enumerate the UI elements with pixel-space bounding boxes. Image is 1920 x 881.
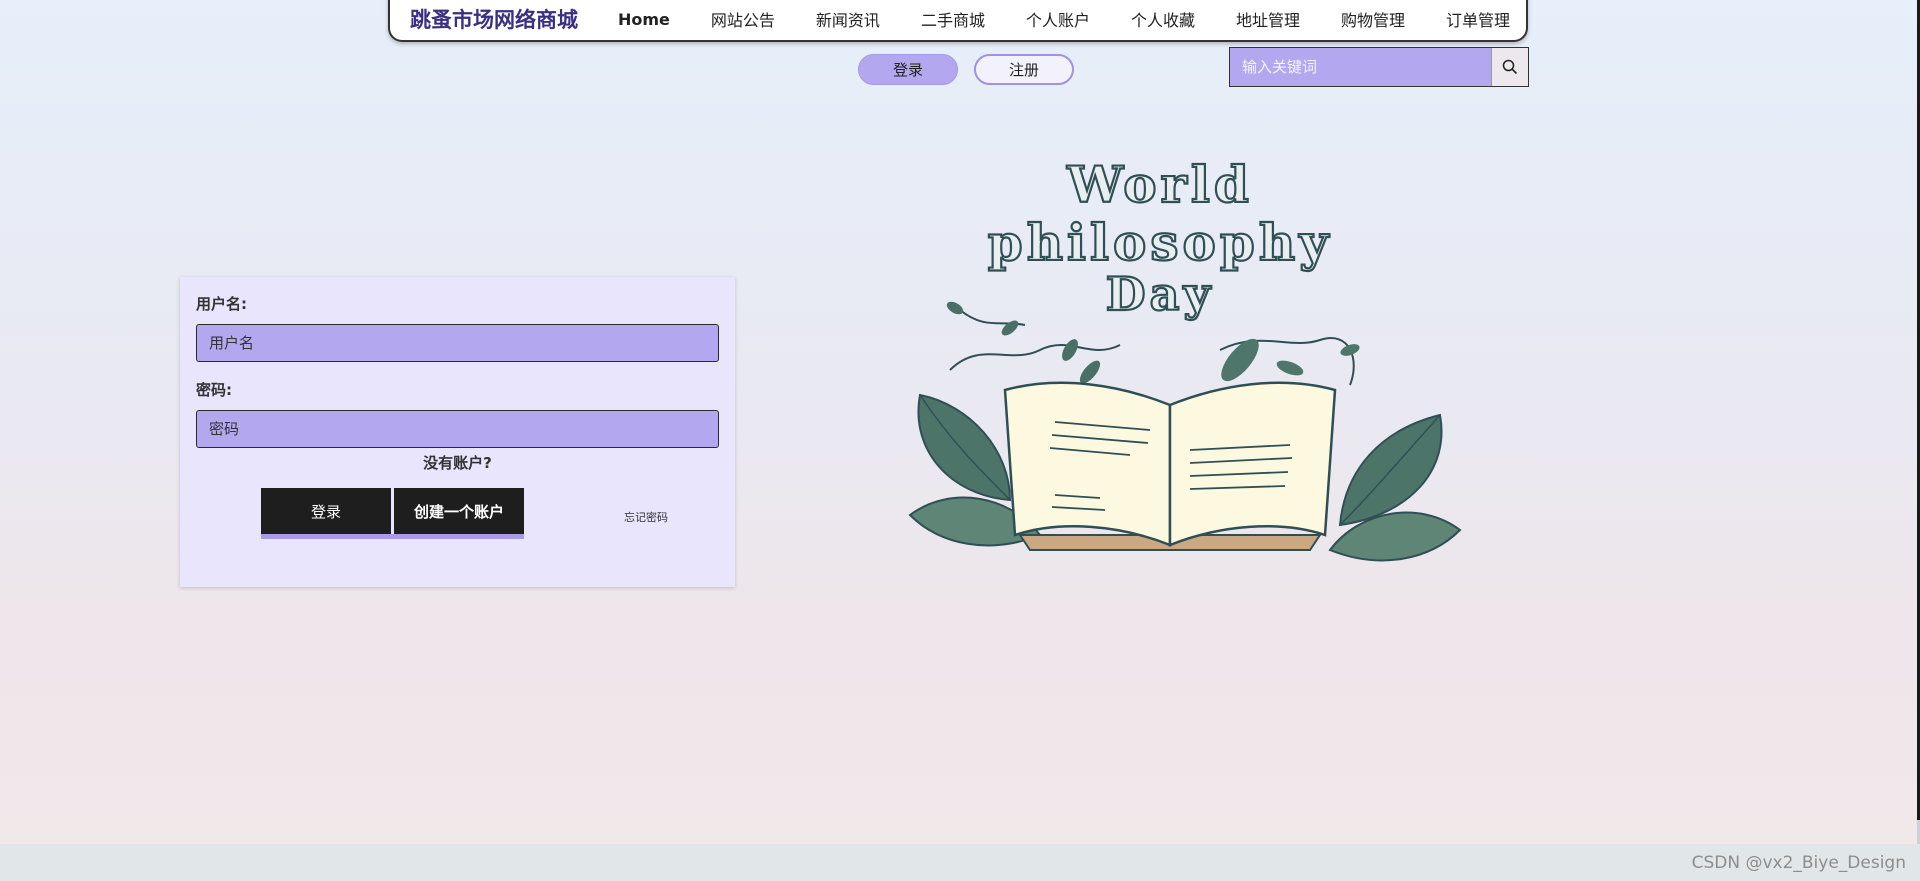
no-account-text: 没有账户? bbox=[423, 454, 492, 472]
top-navbar: 跳蚤市场网络商城 Home 网站公告 新闻资讯 二手商城 个人账户 个人收藏 地… bbox=[388, 0, 1528, 42]
password-field[interactable] bbox=[196, 410, 719, 448]
username-field[interactable] bbox=[196, 324, 719, 362]
nav-item-shopping[interactable]: 购物管理 bbox=[1341, 7, 1405, 31]
nav-item-orders[interactable]: 订单管理 bbox=[1446, 7, 1510, 31]
username-label: 用户名: bbox=[196, 295, 247, 313]
illustration-title-philosophy: philosophy bbox=[988, 213, 1333, 272]
search-bar bbox=[1229, 47, 1529, 87]
header-register-button[interactable]: 注册 bbox=[974, 54, 1074, 85]
search-icon bbox=[1502, 59, 1518, 75]
nav-item-secondhand-mall[interactable]: 二手商城 bbox=[921, 7, 985, 31]
login-button[interactable]: 登录 bbox=[261, 488, 391, 534]
login-card: 用户名: 密码: 没有账户? 登录 创建一个账户 忘记密码 bbox=[180, 277, 735, 587]
nav-item-address[interactable]: 地址管理 bbox=[1236, 7, 1300, 31]
nav-item-favorites[interactable]: 个人收藏 bbox=[1131, 7, 1195, 31]
nav-item-home[interactable]: Home bbox=[618, 10, 670, 29]
search-input[interactable] bbox=[1230, 48, 1491, 86]
illustration-title-day: Day bbox=[1106, 267, 1214, 321]
illustration-title-world: World bbox=[1066, 155, 1253, 214]
page-viewport: 跳蚤市场网络商城 Home 网站公告 新闻资讯 二手商城 个人账户 个人收藏 地… bbox=[0, 0, 1917, 844]
form-button-group: 登录 创建一个账户 bbox=[261, 488, 524, 539]
header-login-button[interactable]: 登录 bbox=[858, 54, 958, 85]
world-philosophy-day-illustration: World philosophy Day bbox=[908, 154, 1462, 562]
site-brand[interactable]: 跳蚤市场网络商城 bbox=[410, 4, 578, 34]
nav-item-account[interactable]: 个人账户 bbox=[1026, 7, 1090, 31]
search-button[interactable] bbox=[1491, 48, 1528, 86]
csdn-watermark: CSDN @vx2_Biye_Design bbox=[1691, 853, 1906, 873]
password-label: 密码: bbox=[196, 381, 232, 399]
nav-item-news[interactable]: 新闻资讯 bbox=[816, 7, 880, 31]
create-account-button[interactable]: 创建一个账户 bbox=[394, 488, 524, 534]
nav-item-announcements[interactable]: 网站公告 bbox=[711, 7, 775, 31]
forgot-password-link[interactable]: 忘记密码 bbox=[624, 509, 668, 525]
